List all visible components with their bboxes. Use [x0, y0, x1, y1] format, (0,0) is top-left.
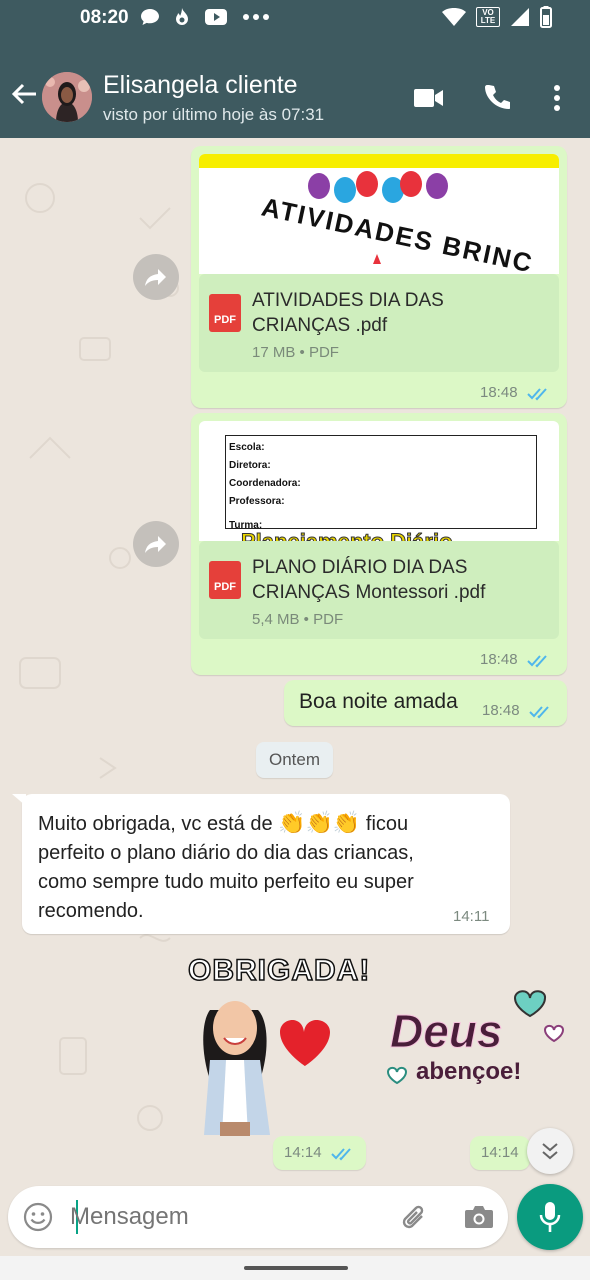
message-line-3: como sempre tudo muito perfeito eu super — [38, 871, 414, 893]
sticker-character-heart — [203, 1001, 330, 1136]
chat-bubble-icon — [141, 9, 159, 25]
document-preview-1[interactable]: ATIVIDADES BRINC — [199, 154, 559, 274]
last-seen-status: visto por último hoje às 07:31 — [103, 105, 325, 124]
form-field-coordenadora: Coordenadora: — [229, 478, 301, 489]
message-input[interactable] — [70, 1198, 390, 1236]
message-text: Muito obrigada, vc está de 👏👏👏 ficou per… — [38, 808, 498, 926]
pdf-icon-label: PDF — [214, 581, 236, 593]
battery-icon — [540, 6, 552, 28]
pdf-file-icon: PDF — [209, 294, 241, 332]
message-text: Boa noite amada — [299, 690, 458, 713]
preview-footer: Planejamento Diário — [241, 529, 454, 542]
read-receipt-icon — [527, 388, 547, 401]
contact-avatar[interactable] — [42, 72, 92, 122]
youtube-icon — [205, 9, 227, 25]
file-name-line-2: CRIANÇAS Montessori .pdf — [252, 582, 486, 603]
status-bar: 08:20 VO LTE — [0, 0, 590, 38]
document-info-2[interactable]: PDF PLANO DIÁRIO DIA DAS CRIANÇAS Montes… — [199, 541, 559, 639]
microphone-icon — [539, 1202, 561, 1232]
forward-button[interactable] — [133, 521, 179, 567]
system-navigation-bar — [0, 1256, 590, 1280]
form-field-escola: Escola: — [229, 442, 265, 453]
document-meta: 5,4 MB • PDF — [252, 611, 344, 628]
read-receipt-icon — [529, 706, 549, 719]
text-message-incoming[interactable]: Muito obrigada, vc está de 👏👏👏 ficou per… — [22, 794, 510, 934]
sticker-time-badge: 14:14 — [273, 1136, 366, 1170]
document-meta: 17 MB • PDF — [252, 344, 339, 361]
voice-record-button[interactable] — [517, 1184, 583, 1250]
message-line-1-start: Muito obrigada, vc está de — [38, 813, 279, 835]
emoji-icon[interactable] — [23, 1202, 53, 1232]
pdf-icon-label: PDF — [214, 314, 236, 326]
form-field-diretora: Diretora: — [229, 460, 271, 471]
signal-icon — [511, 8, 529, 26]
message-line-4: recomendo. — [38, 900, 144, 922]
file-name-line-2: CRIANÇAS .pdf — [252, 315, 388, 336]
text-message-outgoing[interactable]: Boa noite amada 18:48 — [284, 680, 567, 726]
system-icons: VO LTE — [442, 6, 552, 28]
message-line-2: perfeito o plano diário do dia das crian… — [38, 842, 414, 864]
forward-button[interactable] — [133, 254, 179, 300]
file-name-line-1: ATIVIDADES DIA DAS — [252, 290, 444, 311]
phone-icon[interactable] — [484, 84, 510, 110]
document-message-2[interactable]: Escola: Diretora: Coordenadora: Professo… — [191, 413, 567, 675]
chat-area[interactable]: ATIVIDADES BRINC PDF ATIVIDADES DIA DAS … — [0, 138, 590, 1180]
camera-icon[interactable] — [464, 1204, 494, 1230]
avatar-portrait-icon — [42, 72, 92, 122]
read-receipt-icon — [527, 655, 547, 668]
file-name-line-1: PLANO DIÁRIO DIA DAS — [252, 557, 468, 578]
back-arrow-icon[interactable] — [10, 82, 38, 106]
read-receipt-icon — [331, 1148, 351, 1161]
form-field-professora: Professora: — [229, 496, 285, 507]
form-fields: Escola: Diretora: Coordenadora: Professo… — [229, 439, 301, 535]
date-divider: Ontem — [256, 742, 333, 778]
message-time: 18:48 — [480, 384, 518, 401]
sticker-text-abencoe: abençoe! — [416, 1058, 522, 1085]
message-line-1: Muito obrigada, vc está de 👏👏👏 ficou — [38, 808, 498, 839]
forward-arrow-icon — [145, 269, 166, 286]
message-time: 14:14 — [481, 1144, 519, 1161]
sticker-obrigada[interactable]: OBRIGADA! — [180, 950, 370, 1140]
document-info-1[interactable]: PDF ATIVIDADES DIA DAS CRIANÇAS .pdf 17 … — [199, 274, 559, 372]
attach-icon[interactable] — [400, 1203, 430, 1233]
incoming-bubble-tail — [12, 794, 26, 806]
message-time: 18:48 — [480, 651, 518, 668]
video-call-icon[interactable] — [414, 88, 444, 108]
sticker-time-badge: 14:14 — [470, 1136, 530, 1170]
document-file-name: ATIVIDADES DIA DAS CRIANÇAS .pdf — [252, 288, 444, 338]
forward-arrow-icon — [145, 536, 166, 553]
sticker-deus-abencoe[interactable]: Deus abençoe! — [380, 990, 570, 1100]
chat-header: Elisangela cliente visto por último hoje… — [0, 38, 590, 138]
message-line-1-end: ficou — [360, 813, 409, 835]
document-preview-2[interactable]: Escola: Diretora: Coordenadora: Professo… — [199, 421, 559, 541]
volte-label: VO LTE — [480, 8, 496, 25]
more-notifications-icon — [243, 14, 269, 20]
message-time: 14:11 — [453, 908, 490, 925]
double-chevron-down-icon — [542, 1143, 558, 1160]
message-composer[interactable] — [8, 1186, 508, 1248]
message-time: 14:14 — [284, 1144, 322, 1161]
clapping-hands-emoji: 👏👏👏 — [278, 810, 361, 835]
more-vert-icon[interactable] — [552, 84, 562, 112]
wifi-icon — [442, 8, 466, 26]
message-time: 18:48 — [482, 702, 520, 719]
scroll-to-bottom-button[interactable] — [527, 1128, 573, 1174]
status-time: 08:20 — [80, 7, 129, 28]
pdf-file-icon: PDF — [209, 561, 241, 599]
document-message-1[interactable]: ATIVIDADES BRINC PDF ATIVIDADES DIA DAS … — [191, 146, 567, 408]
notification-icons — [140, 7, 270, 27]
document-file-name: PLANO DIÁRIO DIA DAS CRIANÇAS Montessori… — [252, 555, 485, 605]
contact-name[interactable]: Elisangela cliente — [103, 71, 298, 100]
home-gesture-handle[interactable] — [244, 1266, 348, 1270]
sticker-text-deus: Deus — [389, 1005, 503, 1058]
volte-badge: VO LTE — [476, 7, 500, 27]
flame-icon — [176, 8, 188, 25]
